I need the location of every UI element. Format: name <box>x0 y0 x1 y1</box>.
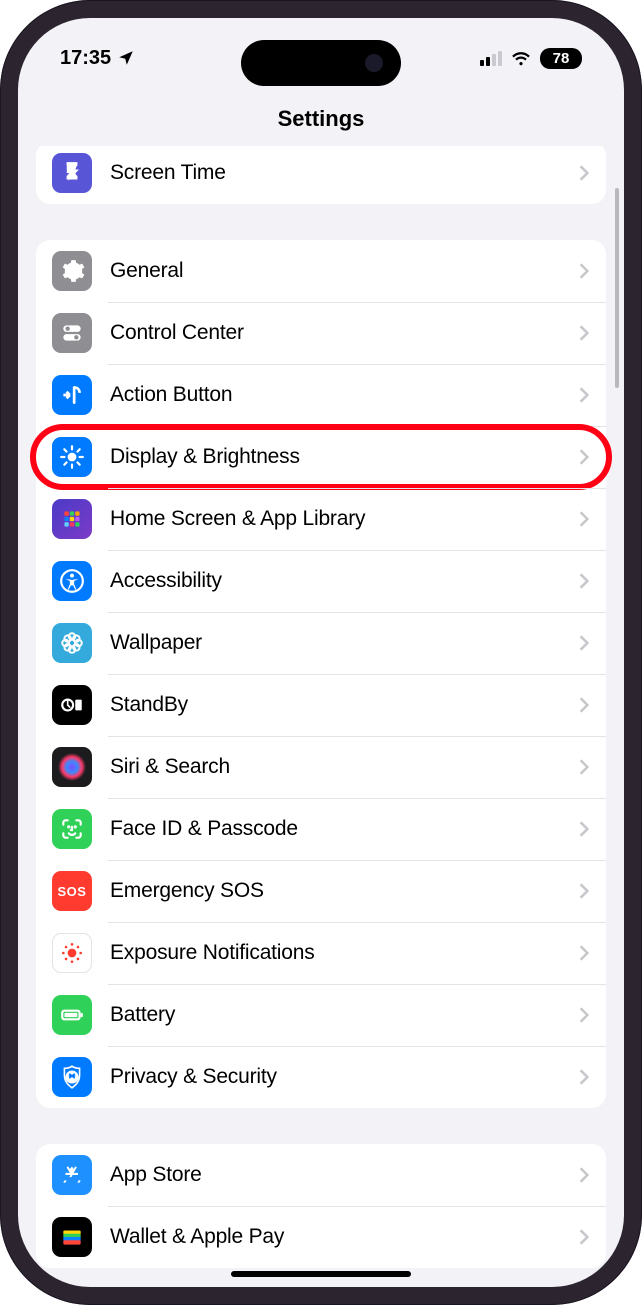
settings-group: Screen Time <box>36 146 606 204</box>
chevron-icon <box>578 1228 590 1246</box>
home-indicator[interactable] <box>231 1271 411 1277</box>
row-screen-time[interactable]: Screen Time <box>36 146 606 204</box>
chevron-icon <box>578 386 590 404</box>
display-brightness-icon <box>52 437 92 477</box>
row-home-screen[interactable]: Home Screen & App Library <box>36 488 606 550</box>
battery-settings-icon <box>52 995 92 1035</box>
row-label: Screen Time <box>110 161 578 185</box>
row-label: Privacy & Security <box>110 1065 578 1089</box>
row-control-center[interactable]: Control Center <box>36 302 606 364</box>
row-label: StandBy <box>110 693 578 717</box>
face-id-icon <box>52 809 92 849</box>
row-face-id[interactable]: Face ID & Passcode <box>36 798 606 860</box>
row-standby[interactable]: StandBy <box>36 674 606 736</box>
settings-group: App Store Wallet & Apple Pay <box>36 1144 606 1268</box>
action-button-icon <box>52 375 92 415</box>
screen: 17:35 78 Settings <box>18 18 624 1287</box>
device-frame: 17:35 78 Settings <box>0 0 642 1305</box>
standby-icon <box>52 685 92 725</box>
chevron-icon <box>578 944 590 962</box>
wallpaper-icon <box>52 623 92 663</box>
chevron-icon <box>578 164 590 182</box>
siri-icon <box>52 747 92 787</box>
row-label: Exposure Notifications <box>110 941 578 965</box>
row-label: Wallpaper <box>110 631 578 655</box>
row-app-store[interactable]: App Store <box>36 1144 606 1206</box>
row-label: Battery <box>110 1003 578 1027</box>
location-icon <box>117 49 135 67</box>
clock: 17:35 <box>60 47 111 70</box>
row-label: Action Button <box>110 383 578 407</box>
row-label: General <box>110 259 578 283</box>
accessibility-icon <box>52 561 92 601</box>
chevron-icon <box>578 758 590 776</box>
cellular-icon <box>480 50 502 66</box>
screen-time-icon <box>52 153 92 193</box>
wifi-icon <box>510 47 532 69</box>
chevron-icon <box>578 572 590 590</box>
row-exposure-notifications[interactable]: Exposure Notifications <box>36 922 606 984</box>
dynamic-island <box>241 40 401 86</box>
privacy-security-icon <box>52 1057 92 1097</box>
row-action-button[interactable]: Action Button <box>36 364 606 426</box>
row-wallet-apple-pay[interactable]: Wallet & Apple Pay <box>36 1206 606 1268</box>
chevron-icon <box>578 882 590 900</box>
chevron-icon <box>578 448 590 466</box>
chevron-icon <box>578 820 590 838</box>
settings-group: General Control Center Action Button <box>36 240 606 1108</box>
home-screen-icon <box>52 499 92 539</box>
row-wallpaper[interactable]: Wallpaper <box>36 612 606 674</box>
chevron-icon <box>578 262 590 280</box>
control-center-icon <box>52 313 92 353</box>
general-icon <box>52 251 92 291</box>
app-store-icon <box>52 1155 92 1195</box>
page-title: Settings <box>18 78 624 146</box>
row-label: Siri & Search <box>110 755 578 779</box>
chevron-icon <box>578 1006 590 1024</box>
chevron-icon <box>578 634 590 652</box>
battery-icon: 78 <box>540 48 582 69</box>
wallet-icon <box>52 1217 92 1257</box>
chevron-icon <box>578 696 590 714</box>
row-label: Emergency SOS <box>110 879 578 903</box>
row-label: Face ID & Passcode <box>110 817 578 841</box>
row-label: App Store <box>110 1163 578 1187</box>
row-label: Wallet & Apple Pay <box>110 1225 578 1249</box>
chevron-icon <box>578 1068 590 1086</box>
settings-list[interactable]: Screen Time General Control <box>18 146 624 1287</box>
row-label: Home Screen & App Library <box>110 507 578 531</box>
chevron-icon <box>578 510 590 528</box>
chevron-icon <box>578 324 590 342</box>
row-accessibility[interactable]: Accessibility <box>36 550 606 612</box>
emergency-sos-icon: SOS <box>52 871 92 911</box>
row-emergency-sos[interactable]: SOS Emergency SOS <box>36 860 606 922</box>
row-general[interactable]: General <box>36 240 606 302</box>
chevron-icon <box>578 1166 590 1184</box>
row-display-brightness[interactable]: Display & Brightness <box>36 426 606 488</box>
row-label: Display & Brightness <box>110 445 578 469</box>
row-label: Accessibility <box>110 569 578 593</box>
exposure-notifications-icon <box>52 933 92 973</box>
row-siri-search[interactable]: Siri & Search <box>36 736 606 798</box>
scroll-indicator[interactable] <box>615 188 619 388</box>
row-battery[interactable]: Battery <box>36 984 606 1046</box>
row-privacy-security[interactable]: Privacy & Security <box>36 1046 606 1108</box>
row-label: Control Center <box>110 321 578 345</box>
